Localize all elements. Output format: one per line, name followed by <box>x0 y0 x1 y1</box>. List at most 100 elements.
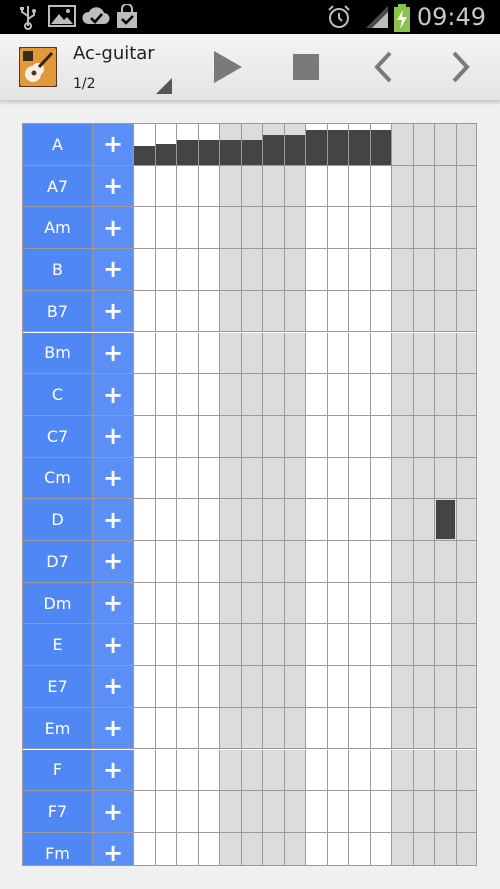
grid-cell[interactable] <box>220 666 242 707</box>
grid-cell[interactable] <box>220 207 242 249</box>
grid-cell[interactable] <box>392 791 414 832</box>
grid-cell[interactable] <box>370 582 392 624</box>
grid-cell[interactable] <box>349 832 371 865</box>
chord-label[interactable]: Am <box>23 207 93 249</box>
grid-cell[interactable] <box>134 749 156 791</box>
grid-cell[interactable] <box>370 165 392 207</box>
grid-cell[interactable] <box>456 541 476 582</box>
grid-cell[interactable] <box>155 499 177 540</box>
grid-cell[interactable] <box>284 415 306 457</box>
grid-cell[interactable] <box>392 249 414 290</box>
grid-cell[interactable] <box>349 541 371 582</box>
grid-cell[interactable] <box>370 249 392 290</box>
grid-cell[interactable] <box>306 707 328 749</box>
grid-cell[interactable] <box>134 666 156 707</box>
grid-cell[interactable] <box>435 541 457 582</box>
grid-cell[interactable] <box>435 832 457 865</box>
grid-cell[interactable] <box>306 207 328 249</box>
grid-cell[interactable] <box>263 499 285 540</box>
grid-cell[interactable] <box>370 207 392 249</box>
grid-cell[interactable] <box>220 791 242 832</box>
grid-cell[interactable] <box>220 290 242 332</box>
grid-cell[interactable] <box>263 541 285 582</box>
grid-cell[interactable] <box>306 332 328 374</box>
grid-cell[interactable] <box>413 165 435 207</box>
chord-label[interactable]: B7 <box>23 290 93 332</box>
grid-cell[interactable] <box>177 666 199 707</box>
grid-cell[interactable] <box>370 290 392 332</box>
grid-cell[interactable] <box>241 415 263 457</box>
add-chord-button[interactable]: + <box>93 749 134 791</box>
grid-cell[interactable] <box>155 624 177 666</box>
grid-cell[interactable] <box>198 707 220 749</box>
grid-cell[interactable] <box>198 415 220 457</box>
grid-cell[interactable] <box>327 165 349 207</box>
grid-cell[interactable] <box>241 165 263 207</box>
grid-cell[interactable] <box>413 332 435 374</box>
chord-note[interactable] <box>436 500 455 539</box>
grid-cell[interactable] <box>370 124 392 165</box>
grid-cell[interactable] <box>220 165 242 207</box>
grid-cell[interactable] <box>370 749 392 791</box>
grid-cell[interactable] <box>284 457 306 499</box>
grid-cell[interactable] <box>241 457 263 499</box>
grid-cell[interactable] <box>241 124 263 165</box>
grid-cell[interactable] <box>284 165 306 207</box>
grid-cell[interactable] <box>306 624 328 666</box>
grid-cell[interactable] <box>456 666 476 707</box>
grid-cell[interactable] <box>241 666 263 707</box>
grid-cell[interactable] <box>134 624 156 666</box>
grid-cell[interactable] <box>155 290 177 332</box>
grid-cell[interactable] <box>134 582 156 624</box>
grid-cell[interactable] <box>349 749 371 791</box>
grid-cell[interactable] <box>327 707 349 749</box>
grid-cell[interactable] <box>134 457 156 499</box>
grid-cell[interactable] <box>413 582 435 624</box>
grid-cell[interactable] <box>263 124 285 165</box>
grid-cell[interactable] <box>241 832 263 865</box>
grid-cell[interactable] <box>198 666 220 707</box>
grid-cell[interactable] <box>263 791 285 832</box>
grid-cell[interactable] <box>413 666 435 707</box>
grid-cell[interactable] <box>284 332 306 374</box>
grid-cell[interactable] <box>413 541 435 582</box>
grid-cell[interactable] <box>198 165 220 207</box>
grid-cell[interactable] <box>177 290 199 332</box>
grid-cell[interactable] <box>435 582 457 624</box>
grid-cell[interactable] <box>306 415 328 457</box>
grid-cell[interactable] <box>327 541 349 582</box>
grid-cell[interactable] <box>370 374 392 415</box>
grid-cell[interactable] <box>241 332 263 374</box>
grid-cell[interactable] <box>413 832 435 865</box>
grid-cell[interactable] <box>241 624 263 666</box>
grid-cell[interactable] <box>349 374 371 415</box>
grid-cell[interactable] <box>155 832 177 865</box>
add-chord-button[interactable]: + <box>93 791 134 832</box>
grid-cell[interactable] <box>134 124 156 165</box>
chord-label[interactable]: Fm <box>23 832 93 865</box>
grid-cell[interactable] <box>306 124 328 165</box>
chord-label[interactable]: F7 <box>23 791 93 832</box>
add-chord-button[interactable]: + <box>93 666 134 707</box>
grid-cell[interactable] <box>155 457 177 499</box>
grid-cell[interactable] <box>392 124 414 165</box>
grid-cell[interactable] <box>370 541 392 582</box>
grid-cell[interactable] <box>435 749 457 791</box>
grid-cell[interactable] <box>349 707 371 749</box>
grid-cell[interactable] <box>198 249 220 290</box>
grid-cell[interactable] <box>220 541 242 582</box>
grid-cell[interactable] <box>413 374 435 415</box>
add-chord-button[interactable]: + <box>93 374 134 415</box>
next-button[interactable] <box>440 47 480 87</box>
grid-cell[interactable] <box>284 124 306 165</box>
grid-cell[interactable] <box>134 374 156 415</box>
grid-cell[interactable] <box>349 582 371 624</box>
grid-cell[interactable] <box>155 249 177 290</box>
grid-cell[interactable] <box>456 582 476 624</box>
grid-cell[interactable] <box>327 666 349 707</box>
grid-cell[interactable] <box>284 249 306 290</box>
grid-cell[interactable] <box>155 541 177 582</box>
grid-cell[interactable] <box>435 290 457 332</box>
grid-cell[interactable] <box>413 791 435 832</box>
grid-cell[interactable] <box>198 624 220 666</box>
